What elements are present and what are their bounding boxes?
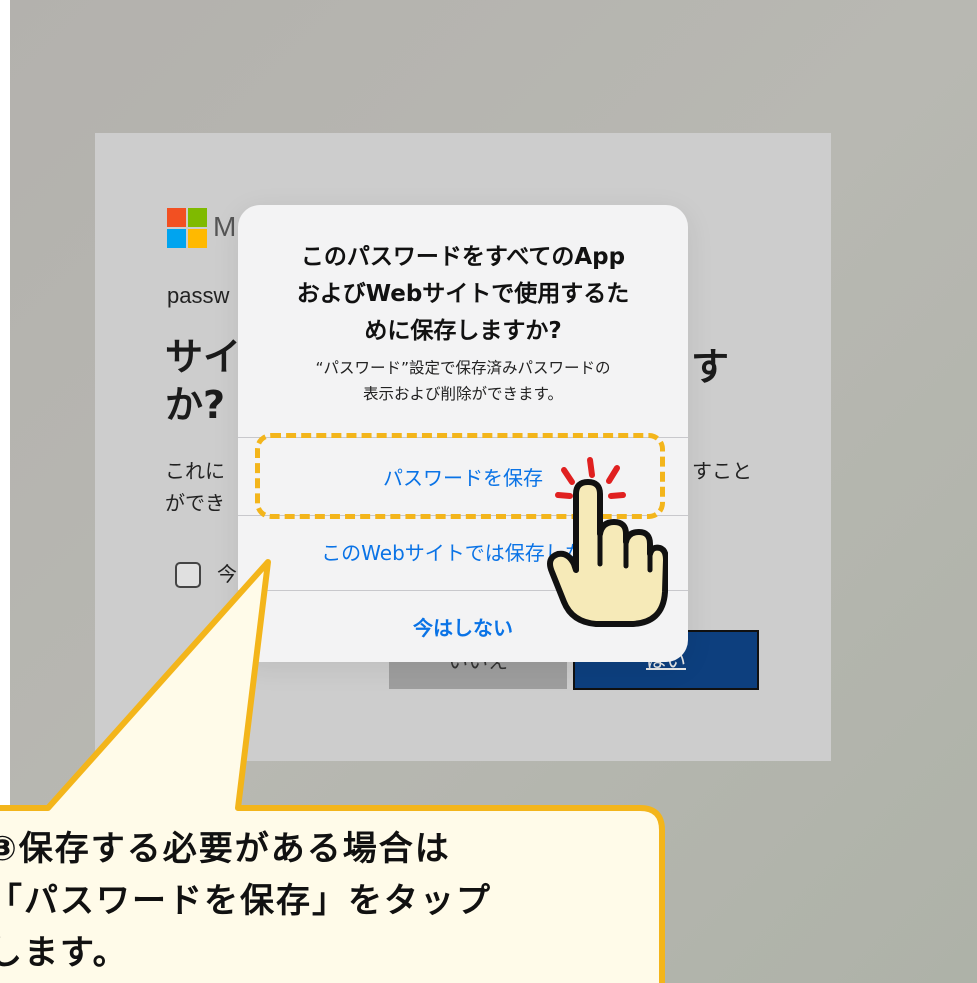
pointing-hand-icon xyxy=(547,479,668,627)
tap-burst-icon xyxy=(555,457,626,499)
